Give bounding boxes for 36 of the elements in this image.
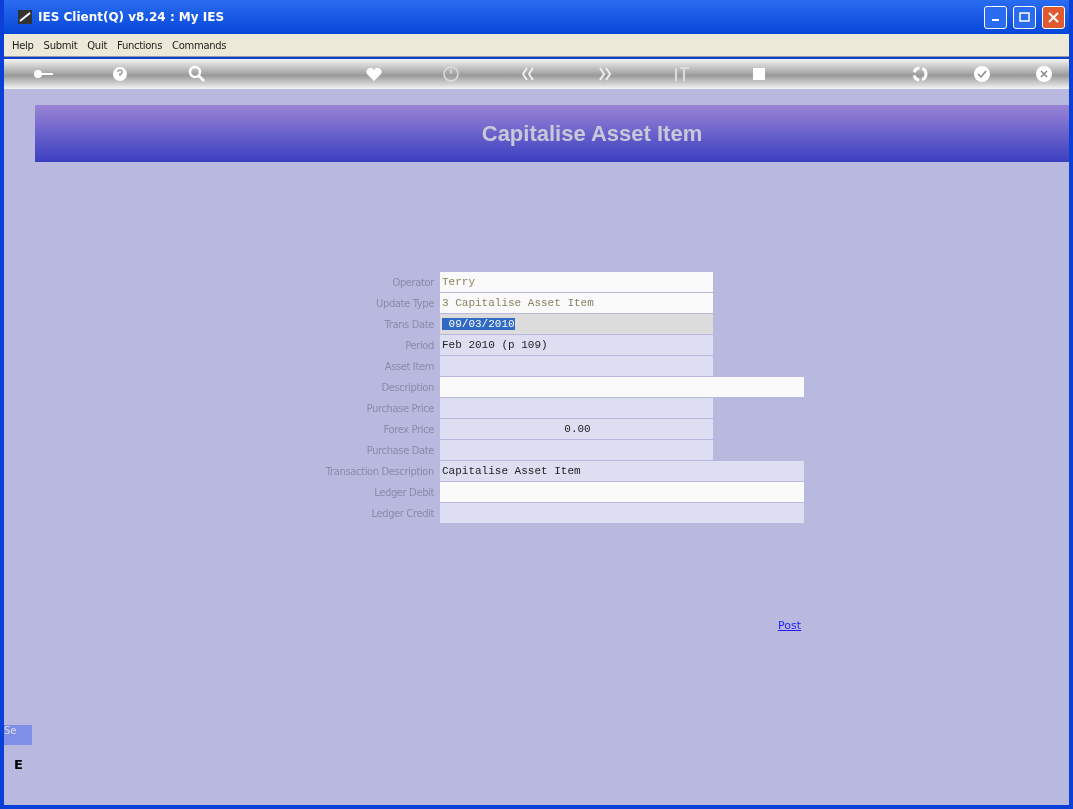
field-label: Ledger Credit xyxy=(371,507,435,519)
menu-item[interactable]: Help xyxy=(12,39,34,51)
input-field[interactable]: 3 Capitalise Asset Item xyxy=(440,293,713,313)
field-label: Ledger Debit xyxy=(374,486,435,498)
field-label: Purchase Price xyxy=(366,402,435,414)
input-field[interactable] xyxy=(440,503,804,523)
input-field[interactable]: 0.00 xyxy=(440,419,713,439)
menu-item[interactable]: Quit xyxy=(87,39,107,51)
input-field[interactable]: Feb 2010 (p 109) xyxy=(440,335,713,355)
field-label: Operator xyxy=(392,276,436,288)
input-field[interactable] xyxy=(440,482,804,502)
input-field[interactable] xyxy=(440,377,804,397)
check-icon[interactable] xyxy=(971,65,993,83)
post-link[interactable]: Post xyxy=(778,619,801,632)
maximize-button[interactable] xyxy=(1013,5,1036,29)
input-field[interactable]: Capitalise Asset Item xyxy=(440,461,804,481)
window-title: IES Client(Q) v8.24 : My IES xyxy=(38,10,226,24)
input-field[interactable] xyxy=(440,356,713,376)
close-icon[interactable] xyxy=(1033,65,1055,83)
menu-item[interactable]: Submit xyxy=(43,39,78,51)
input-field[interactable] xyxy=(440,398,713,418)
field-label: Forex Price xyxy=(383,423,435,435)
field-label: Period xyxy=(405,339,435,351)
maximize-icon xyxy=(1019,12,1030,22)
field-label: Update Type xyxy=(376,297,435,309)
close-button[interactable] xyxy=(1042,5,1065,29)
minimize-button[interactable] xyxy=(984,5,1007,29)
input-field[interactable] xyxy=(440,440,713,460)
app-icon xyxy=(18,10,32,24)
side-glyph: E xyxy=(14,757,23,772)
input-field[interactable]: 09/03/2010 xyxy=(440,314,713,334)
menu-item[interactable]: Functions xyxy=(117,39,163,51)
page-title: Capitalise Asset Item xyxy=(481,120,703,147)
input-field[interactable]: Terry xyxy=(440,272,713,292)
menu-item[interactable]: Commands xyxy=(172,39,227,51)
close-icon xyxy=(1048,11,1059,23)
